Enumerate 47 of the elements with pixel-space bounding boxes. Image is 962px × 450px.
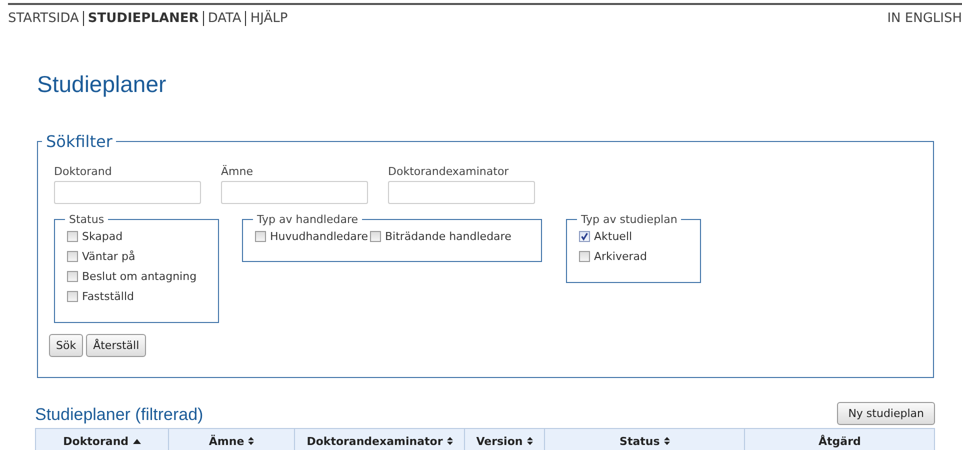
field-label: Ämne xyxy=(221,165,254,178)
checkbox-label: Biträdande handledare xyxy=(384,230,512,242)
group-legend: Typ av handledare xyxy=(253,213,362,226)
input-field[interactable] xyxy=(388,181,535,204)
checkbox[interactable] xyxy=(579,250,590,262)
results-title: Studieplaner (filtrerad) xyxy=(35,405,204,425)
sort-icon xyxy=(526,437,533,445)
column-header[interactable]: Doktorandexaminator xyxy=(295,429,466,450)
checkbox-label: Skapad xyxy=(82,230,123,242)
checkbox[interactable] xyxy=(370,230,381,242)
sort-icon xyxy=(248,437,254,445)
column-header[interactable]: Version xyxy=(465,429,545,450)
field-label: Doktorand xyxy=(54,165,113,178)
nav-link[interactable]: HJÄLP xyxy=(250,11,288,26)
nav-link[interactable]: DATA xyxy=(208,11,242,26)
checkbox[interactable] xyxy=(67,230,78,242)
new-plan-button[interactable]: Ny studieplan xyxy=(837,402,935,425)
checkbox[interactable] xyxy=(67,270,78,282)
column-header[interactable]: Åtgärd xyxy=(745,429,934,450)
sort-icon xyxy=(664,437,670,445)
checkbox[interactable] xyxy=(67,290,78,302)
checkbox-label: Beslut om antagning xyxy=(82,270,197,282)
group-legend: Status xyxy=(65,213,108,226)
checkbox-label: Aktuell xyxy=(594,230,632,242)
nav-link[interactable]: STARTSIDA xyxy=(8,11,79,26)
checkbox-label: Arkiverad xyxy=(594,250,647,262)
input-field[interactable] xyxy=(54,181,201,204)
page-title: Studieplaner xyxy=(37,70,168,98)
form-button[interactable]: Sök xyxy=(49,334,84,357)
sort-ascending-icon xyxy=(132,438,141,444)
filter-legend: Sökfilter xyxy=(42,132,116,151)
column-header[interactable]: Status xyxy=(544,429,746,450)
column-header[interactable]: Doktorand xyxy=(36,429,169,450)
checkbox[interactable] xyxy=(579,230,590,242)
nav-link[interactable]: STUDIEPLANER xyxy=(88,11,199,26)
form-button[interactable]: Återställ xyxy=(86,334,146,357)
checkbox-label: Fastställd xyxy=(82,290,134,302)
checkbox-label: Huvudhandledare xyxy=(270,230,368,242)
language-link[interactable]: IN ENGLISH xyxy=(887,11,962,26)
group-legend: Typ av studieplan xyxy=(577,213,682,226)
input-field[interactable] xyxy=(221,181,368,204)
checkbox[interactable] xyxy=(67,250,78,262)
checkbox[interactable] xyxy=(255,230,266,242)
sort-icon xyxy=(446,437,453,445)
column-header[interactable]: Ämne xyxy=(168,429,296,450)
field-label: Doktorandexaminator xyxy=(388,165,510,178)
checkbox-label: Väntar på xyxy=(82,250,136,262)
